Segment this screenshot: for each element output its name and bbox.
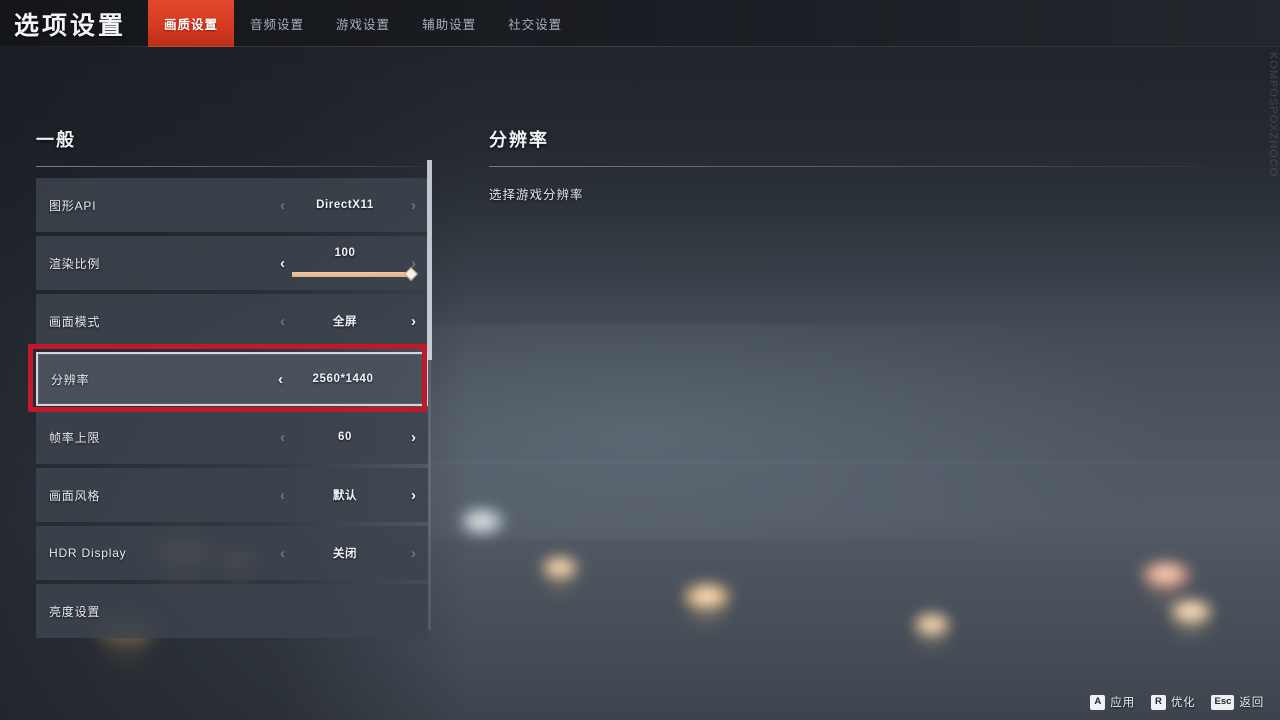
setting-row-label: 分辨率 — [51, 372, 90, 387]
setting-row-label: 亮度设置 — [49, 604, 101, 619]
tab-label: 游戏设置 — [336, 18, 391, 32]
section-title: 一般 — [36, 130, 76, 150]
tab-bar: 画质设置 音频设置 游戏设置 辅助设置 社交设置 — [148, 0, 578, 47]
page-title: 选项设置 — [14, 11, 127, 40]
tab-3[interactable]: 游戏设置 — [320, 0, 406, 47]
setting-row[interactable]: 画面风格 ‹ 默认 › — [36, 468, 428, 522]
setting-row[interactable]: HDR Display ‹ 关闭 › — [36, 526, 428, 580]
setting-row-selected[interactable]: 分辨率 ‹ 2560*1440 — [36, 352, 428, 406]
keycap-icon: A — [1090, 694, 1106, 710]
detail-title: 分辨率 — [489, 130, 549, 150]
tab-2[interactable]: 音频设置 — [234, 0, 320, 47]
setting-row-value: 2560*1440 — [312, 373, 374, 385]
setting-row-value: 60 — [338, 431, 352, 443]
chevron-left-icon[interactable]: ‹ — [276, 254, 289, 273]
hint-返回[interactable]: Esc 返回 — [1211, 694, 1264, 710]
keycap-icon: R — [1150, 694, 1166, 710]
slider-track[interactable] — [292, 266, 419, 282]
setting-row[interactable]: 帧率上限 ‹ 60 › — [36, 410, 428, 464]
keycap-icon: Esc — [1211, 694, 1235, 710]
slider-fill — [292, 266, 419, 282]
setting-row-value: 关闭 — [332, 548, 358, 560]
detail-description: 选择游戏分辨率 — [489, 188, 584, 202]
setting-row-label: 图形API — [49, 198, 97, 213]
setting-row-control: ‹ 100 › — [276, 236, 419, 290]
tab-5[interactable]: 社交设置 — [492, 0, 578, 47]
hint-优化[interactable]: R 优化 — [1150, 694, 1196, 710]
hint-label: 应用 — [1110, 697, 1135, 709]
hint-应用[interactable]: A 应用 — [1090, 694, 1135, 710]
light-orb — [684, 584, 730, 610]
button-hints-bar: A 应用 R 优化 Esc 返回 — [1090, 694, 1264, 710]
setting-row-control: ‹ 60 › — [276, 410, 416, 464]
chevron-right-icon[interactable]: › — [407, 196, 420, 215]
setting-row-label: 画面风格 — [49, 488, 101, 503]
light-orb-reflection — [684, 606, 730, 625]
settings-rows-viewport: 图形API ‹ DirectX11 › 渲染比例 ‹ 100 › 画面模式 ‹ 全屏 › 分辨率 ‹ 256… — [36, 178, 428, 677]
tab-label: 画质设置 — [164, 18, 219, 32]
setting-row-control: ‹ 关闭 › — [276, 526, 416, 580]
setting-row-label: 渲染比例 — [49, 256, 101, 271]
light-orb-reflection — [1142, 584, 1190, 603]
setting-row-label: 画面模式 — [49, 314, 101, 329]
setting-row-control: ‹ 2560*1440 — [274, 354, 412, 404]
setting-row-value: DirectX11 — [316, 199, 374, 211]
light-orb — [542, 557, 578, 579]
header-bar: 选项设置 画质设置 音频设置 游戏设置 辅助设置 社交设置 — [0, 0, 1280, 47]
light-orb — [914, 614, 950, 636]
settings-scrollbar[interactable] — [427, 160, 432, 630]
setting-row[interactable]: 亮度设置 — [36, 584, 428, 638]
chevron-right-icon[interactable]: › — [407, 544, 420, 563]
setting-row-value: 默认 — [332, 490, 358, 502]
tab-4[interactable]: 辅助设置 — [406, 0, 492, 47]
section-divider — [36, 166, 428, 167]
setting-row[interactable]: 图形API ‹ DirectX11 › — [36, 178, 428, 232]
chevron-left-icon[interactable]: ‹ — [276, 196, 289, 215]
setting-row[interactable]: 画面模式 ‹ 全屏 › — [36, 294, 428, 348]
tab-label: 社交设置 — [508, 18, 563, 32]
header-underline — [0, 46, 1280, 47]
chevron-left-icon[interactable]: ‹ — [276, 312, 289, 331]
detail-divider — [489, 166, 1213, 167]
light-orb-reflection — [542, 575, 578, 592]
scrollbar-thumb[interactable] — [427, 160, 432, 360]
setting-row-control: ‹ DirectX11 › — [276, 178, 416, 232]
setting-row-control: ‹ 全屏 › — [276, 294, 416, 348]
chevron-right-icon[interactable]: › — [407, 428, 420, 447]
light-orb — [1170, 600, 1212, 624]
setting-row-value: 全屏 — [332, 316, 358, 328]
setting-row-value: 100 — [334, 247, 356, 259]
setting-row-label: 帧率上限 — [49, 430, 101, 445]
tab-1-active[interactable]: 画质设置 — [148, 0, 235, 47]
light-orb-reflection — [914, 632, 950, 649]
setting-row-label: HDR Display — [49, 546, 127, 560]
light-orb — [1142, 562, 1190, 588]
game-settings-screen: 选项设置 画质设置 音频设置 游戏设置 辅助设置 社交设置 KOMPOSPOXZHOCO… — [0, 0, 1280, 720]
hint-label: 优化 — [1170, 697, 1196, 709]
tab-label: 辅助设置 — [422, 18, 477, 32]
detail-panel: 分辨率 选择游戏分辨率 — [489, 126, 1213, 203]
hint-label: 返回 — [1239, 697, 1264, 709]
chevron-left-icon[interactable]: ‹ — [276, 544, 289, 563]
settings-list-panel: 一般 图形API ‹ DirectX11 › 渲染比例 ‹ 100 › 画面模式 ‹ 全屏 › 分辨率 ‹… — [36, 126, 428, 677]
watermark-text: KOMPOSPOXZHOCO — [1267, 52, 1279, 178]
chevron-left-icon[interactable]: ‹ — [276, 486, 289, 505]
chevron-right-icon[interactable]: › — [407, 312, 420, 331]
setting-row-control: ‹ 默认 › — [276, 468, 416, 522]
setting-row[interactable]: 渲染比例 ‹ 100 › — [36, 236, 428, 290]
tab-label: 音频设置 — [250, 18, 305, 32]
chevron-left-icon[interactable]: ‹ — [276, 428, 289, 447]
settings-rows: 图形API ‹ DirectX11 › 渲染比例 ‹ 100 › 画面模式 ‹ 全屏 › 分辨率 ‹ 256… — [36, 178, 428, 638]
render-scale-slider[interactable] — [292, 266, 419, 282]
chevron-left-icon[interactable]: ‹ — [274, 370, 287, 389]
light-orb-reflection — [1170, 620, 1212, 638]
chevron-right-icon[interactable]: › — [407, 486, 420, 505]
